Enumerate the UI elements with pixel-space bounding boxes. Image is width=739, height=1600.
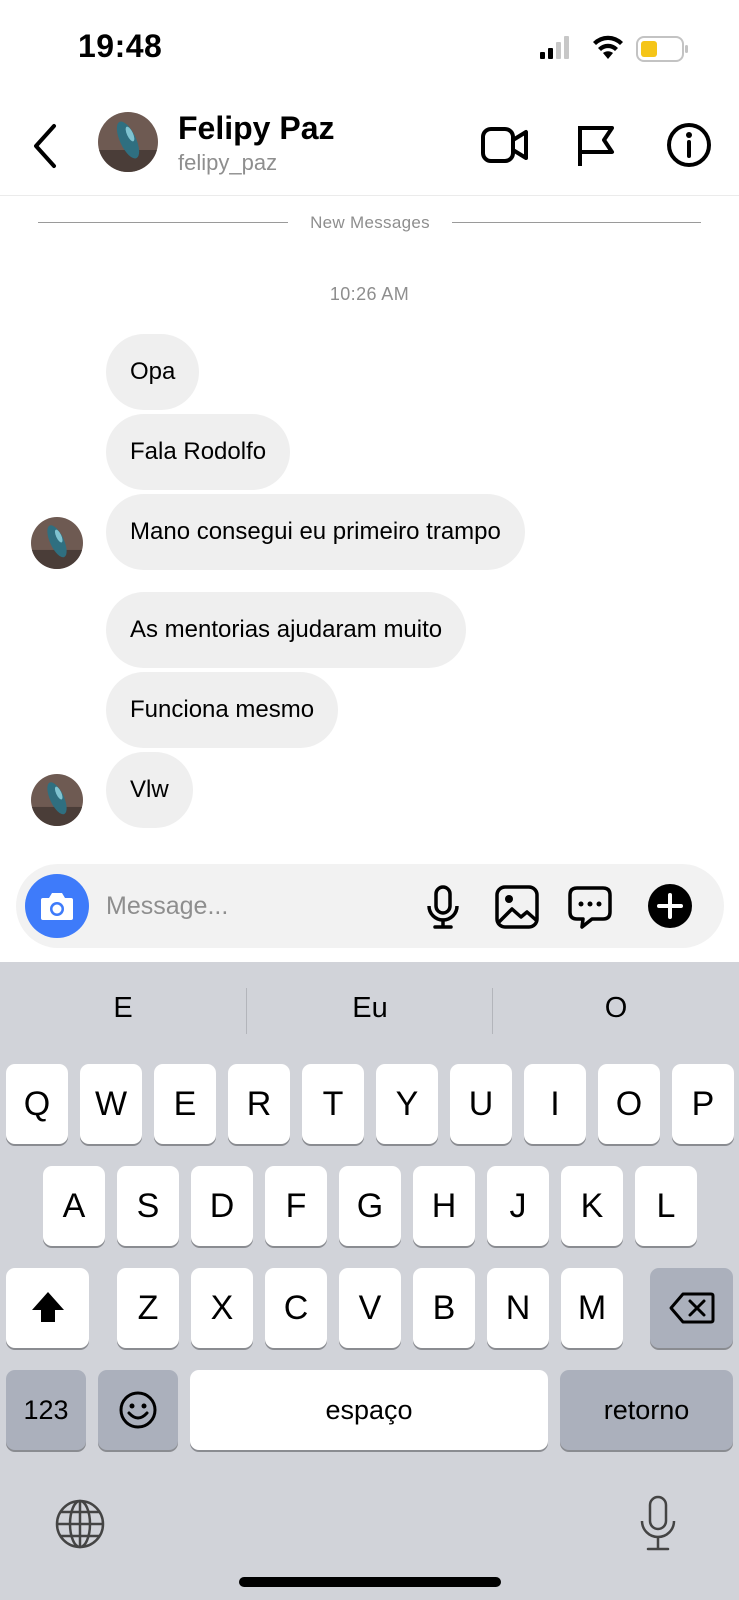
video-call-icon[interactable] bbox=[480, 120, 530, 170]
camera-icon bbox=[41, 893, 73, 920]
message-bubble[interactable]: Mano consegui eu primeiro trampo bbox=[106, 494, 525, 570]
key-b[interactable]: B bbox=[413, 1268, 475, 1348]
return-key[interactable]: retorno bbox=[560, 1370, 733, 1450]
key-m[interactable]: M bbox=[561, 1268, 623, 1348]
key-a[interactable]: A bbox=[43, 1166, 105, 1246]
cellular-signal-icon bbox=[540, 36, 569, 59]
message-input[interactable] bbox=[106, 884, 406, 928]
battery-low-power-icon bbox=[636, 36, 688, 62]
contact-name[interactable]: Felipy Paz bbox=[178, 110, 335, 147]
key-z[interactable]: Z bbox=[117, 1268, 179, 1348]
gallery-icon[interactable] bbox=[494, 884, 540, 930]
key-s[interactable]: S bbox=[117, 1166, 179, 1246]
key-r[interactable]: R bbox=[228, 1064, 290, 1144]
suggestion-1[interactable]: E bbox=[0, 992, 246, 1025]
message-composer bbox=[16, 864, 724, 948]
shift-icon bbox=[31, 1292, 64, 1322]
divider-left bbox=[38, 222, 288, 223]
avatar[interactable] bbox=[31, 517, 83, 569]
key-o[interactable]: O bbox=[598, 1064, 660, 1144]
emoji-icon bbox=[119, 1391, 157, 1429]
avatar[interactable] bbox=[98, 112, 158, 172]
key-l[interactable]: L bbox=[635, 1166, 697, 1246]
key-g[interactable]: G bbox=[339, 1166, 401, 1246]
suggestion-2[interactable]: Eu bbox=[247, 992, 493, 1025]
home-indicator[interactable] bbox=[239, 1577, 501, 1587]
contact-username[interactable]: felipy_paz bbox=[178, 150, 277, 176]
key-t[interactable]: T bbox=[302, 1064, 364, 1144]
key-d[interactable]: D bbox=[191, 1166, 253, 1246]
key-i[interactable]: I bbox=[524, 1064, 586, 1144]
message-bubble[interactable]: As mentorias ajudaram muito bbox=[106, 592, 467, 668]
backspace-key[interactable] bbox=[650, 1268, 733, 1348]
microphone-icon[interactable] bbox=[420, 884, 466, 930]
key-n[interactable]: N bbox=[487, 1268, 549, 1348]
wifi-icon bbox=[593, 35, 623, 59]
key-x[interactable]: X bbox=[191, 1268, 253, 1348]
flag-icon[interactable] bbox=[572, 120, 622, 170]
message-bubble[interactable]: Opa bbox=[106, 334, 200, 410]
key-y[interactable]: Y bbox=[376, 1064, 438, 1144]
shift-key[interactable] bbox=[6, 1268, 89, 1348]
chat-header: Felipy Paz felipy_paz bbox=[0, 96, 739, 196]
space-key[interactable]: espaço bbox=[190, 1370, 548, 1450]
key-v[interactable]: V bbox=[339, 1268, 401, 1348]
divider-right bbox=[452, 222, 701, 223]
key-u[interactable]: U bbox=[450, 1064, 512, 1144]
sticker-chat-icon[interactable] bbox=[567, 884, 613, 930]
new-messages-label: New Messages bbox=[310, 213, 430, 232]
plus-circle-icon[interactable] bbox=[646, 882, 694, 930]
numbers-key[interactable]: 123 bbox=[6, 1370, 86, 1450]
key-c[interactable]: C bbox=[265, 1268, 327, 1348]
status-time: 19:48 bbox=[78, 28, 163, 64]
backspace-icon bbox=[669, 1292, 714, 1324]
message-timestamp: 10:26 AM bbox=[329, 284, 410, 304]
chevron-left-icon[interactable] bbox=[24, 118, 68, 174]
key-w[interactable]: W bbox=[80, 1064, 142, 1144]
info-icon[interactable] bbox=[664, 120, 714, 170]
keyboard: E Eu O Q W E R T Y U I O P A S D F G H J… bbox=[0, 962, 739, 1600]
key-e[interactable]: E bbox=[154, 1064, 216, 1144]
key-j[interactable]: J bbox=[487, 1166, 549, 1246]
status-bar: 19:48 bbox=[0, 0, 739, 96]
emoji-key[interactable] bbox=[98, 1370, 178, 1450]
avatar[interactable] bbox=[31, 774, 83, 826]
suggestion-3[interactable]: O bbox=[493, 992, 739, 1025]
camera-button[interactable] bbox=[25, 874, 89, 938]
key-f[interactable]: F bbox=[265, 1166, 327, 1246]
message-bubble[interactable]: Vlw bbox=[106, 752, 193, 828]
globe-icon[interactable] bbox=[54, 1498, 106, 1550]
key-h[interactable]: H bbox=[413, 1166, 475, 1246]
key-k[interactable]: K bbox=[561, 1166, 623, 1246]
key-q[interactable]: Q bbox=[6, 1064, 68, 1144]
dictation-microphone-icon[interactable] bbox=[636, 1494, 680, 1554]
message-bubble[interactable]: Funciona mesmo bbox=[106, 672, 339, 748]
message-bubble[interactable]: Fala Rodolfo bbox=[106, 414, 291, 490]
key-p[interactable]: P bbox=[672, 1064, 734, 1144]
